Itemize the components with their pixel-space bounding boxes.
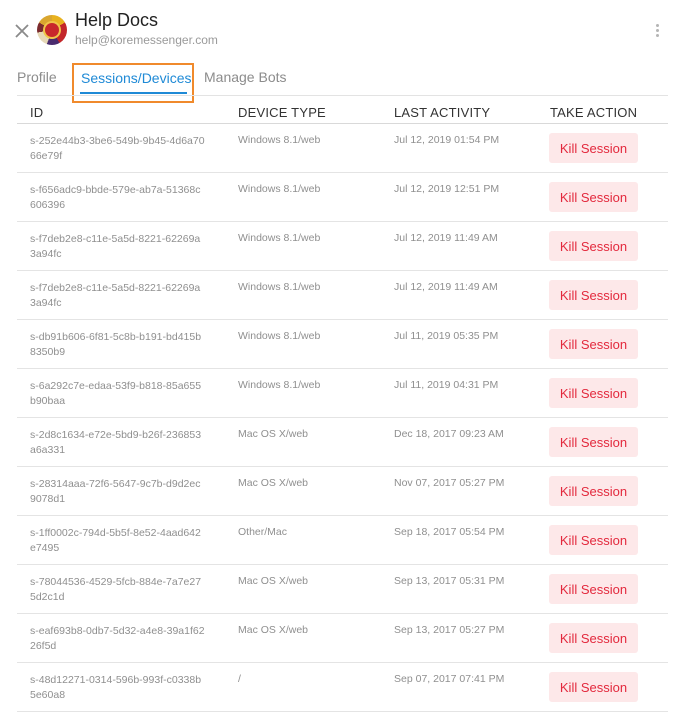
table-row: s-f7deb2e8-c11e-5a5d-8221-62269a3a94fc W…	[17, 222, 668, 271]
device-type: Windows 8.1/web	[238, 232, 321, 244]
column-header-id: ID	[30, 105, 44, 120]
tab-profile[interactable]: Profile	[17, 69, 57, 85]
table-row: s-f7deb2e8-c11e-5a5d-8221-62269a3a94fc W…	[17, 271, 668, 320]
kill-session-button[interactable]: Kill Session	[549, 378, 638, 408]
last-activity: Jul 12, 2019 12:51 PM	[394, 183, 500, 195]
table-row: s-28314aaa-72f6-5647-9c7b-d9d2ec9078d1 M…	[17, 467, 668, 516]
tab-manage-bots[interactable]: Manage Bots	[204, 69, 287, 85]
kill-session-button[interactable]: Kill Session	[549, 231, 638, 261]
last-activity: Jul 11, 2019 05:35 PM	[394, 330, 499, 342]
session-id: s-eaf693b8-0db7-5d32-a4e8-39a1f6226f5d	[30, 625, 205, 652]
last-activity: Jul 11, 2019 04:31 PM	[394, 379, 499, 391]
session-id: s-1ff0002c-794d-5b5f-8e52-4aad642e7495	[30, 527, 201, 554]
kill-session-button[interactable]: Kill Session	[549, 133, 638, 163]
device-type: Other/Mac	[238, 526, 288, 538]
device-type: Windows 8.1/web	[238, 330, 321, 342]
header: Help Docs help@koremessenger.com	[0, 0, 681, 60]
session-id: s-db91b606-6f81-5c8b-b191-bd415b8350b9	[30, 331, 202, 358]
kill-session-button[interactable]: Kill Session	[549, 280, 638, 310]
table-row: s-1ff0002c-794d-5b5f-8e52-4aad642e7495 O…	[17, 516, 668, 565]
device-type: Mac OS X/web	[238, 575, 309, 587]
device-type: Mac OS X/web	[238, 624, 309, 636]
kill-session-button[interactable]: Kill Session	[549, 672, 638, 702]
kill-session-button[interactable]: Kill Session	[549, 623, 638, 653]
device-type: Windows 8.1/web	[238, 134, 321, 146]
last-activity: Jul 12, 2019 11:49 AM	[394, 281, 498, 293]
table-row: s-db91b606-6f81-5c8b-b191-bd415b8350b9 W…	[17, 320, 668, 369]
column-header-last-activity: LAST ACTIVITY	[394, 105, 491, 120]
kill-session-button[interactable]: Kill Session	[549, 329, 638, 359]
session-id: s-6a292c7e-edaa-53f9-b818-85a655b90baa	[30, 380, 202, 407]
table-row: s-f656adc9-bbde-579e-ab7a-51368c606396 W…	[17, 173, 668, 222]
table-row: s-2d8c1634-e72e-5bd9-b26f-236853a6a331 M…	[17, 418, 668, 467]
device-type: Mac OS X/web	[238, 477, 309, 489]
sessions-table-body: s-252e44b3-3be6-549b-9b45-4d6a7066e79f W…	[17, 124, 668, 712]
last-activity: Sep 13, 2017 05:31 PM	[394, 575, 505, 587]
bot-title: Help Docs	[75, 10, 159, 30]
kill-session-button[interactable]: Kill Session	[549, 427, 638, 457]
last-activity: Sep 07, 2017 07:41 PM	[394, 673, 505, 685]
device-type: Windows 8.1/web	[238, 183, 321, 195]
bot-email: help@koremessenger.com	[75, 33, 218, 47]
device-type: Windows 8.1/web	[238, 281, 321, 293]
session-id: s-f7deb2e8-c11e-5a5d-8221-62269a3a94fc	[30, 233, 201, 260]
device-type: Windows 8.1/web	[238, 379, 321, 391]
session-id: s-252e44b3-3be6-549b-9b45-4d6a7066e79f	[30, 135, 205, 162]
active-tab-indicator	[80, 92, 187, 94]
session-id: s-2d8c1634-e72e-5bd9-b26f-236853a6a331	[30, 429, 202, 456]
last-activity: Sep 13, 2017 05:27 PM	[394, 624, 505, 636]
last-activity: Dec 18, 2017 09:23 AM	[394, 428, 504, 440]
tab-bar: Profile Sessions/Devices Manage Bots	[0, 62, 681, 103]
column-header-take-action: TAKE ACTION	[550, 105, 638, 120]
tab-sessions-devices-label: Sessions/Devices	[81, 70, 192, 86]
column-header-device-type: DEVICE TYPE	[238, 105, 326, 120]
table-row: s-252e44b3-3be6-549b-9b45-4d6a7066e79f W…	[17, 124, 668, 173]
last-activity: Nov 07, 2017 05:27 PM	[394, 477, 505, 489]
device-type: /	[238, 673, 241, 685]
table-row: s-eaf693b8-0db7-5d32-a4e8-39a1f6226f5d M…	[17, 614, 668, 663]
kill-session-button[interactable]: Kill Session	[549, 525, 638, 555]
session-id: s-48d12271-0314-596b-993f-c0338b5e60a8	[30, 674, 202, 701]
avatar	[37, 15, 67, 45]
table-header: ID DEVICE TYPE LAST ACTIVITY TAKE ACTION	[17, 96, 668, 124]
session-id: s-f7deb2e8-c11e-5a5d-8221-62269a3a94fc	[30, 282, 201, 309]
kill-session-button[interactable]: Kill Session	[549, 574, 638, 604]
last-activity: Jul 12, 2019 01:54 PM	[394, 134, 500, 146]
last-activity: Jul 12, 2019 11:49 AM	[394, 232, 498, 244]
last-activity: Sep 18, 2017 05:54 PM	[394, 526, 505, 538]
device-type: Mac OS X/web	[238, 428, 309, 440]
table-row: s-6a292c7e-edaa-53f9-b818-85a655b90baa W…	[17, 369, 668, 418]
table-row: s-48d12271-0314-596b-993f-c0338b5e60a8 /…	[17, 663, 668, 712]
kill-session-button[interactable]: Kill Session	[549, 476, 638, 506]
table-row: s-78044536-4529-5fcb-884e-7a7e275d2c1d M…	[17, 565, 668, 614]
session-id: s-78044536-4529-5fcb-884e-7a7e275d2c1d	[30, 576, 202, 603]
close-icon[interactable]	[13, 22, 31, 40]
more-options-icon[interactable]	[652, 24, 662, 40]
kill-session-button[interactable]: Kill Session	[549, 182, 638, 212]
session-id: s-28314aaa-72f6-5647-9c7b-d9d2ec9078d1	[30, 478, 201, 505]
session-id: s-f656adc9-bbde-579e-ab7a-51368c606396	[30, 184, 201, 211]
